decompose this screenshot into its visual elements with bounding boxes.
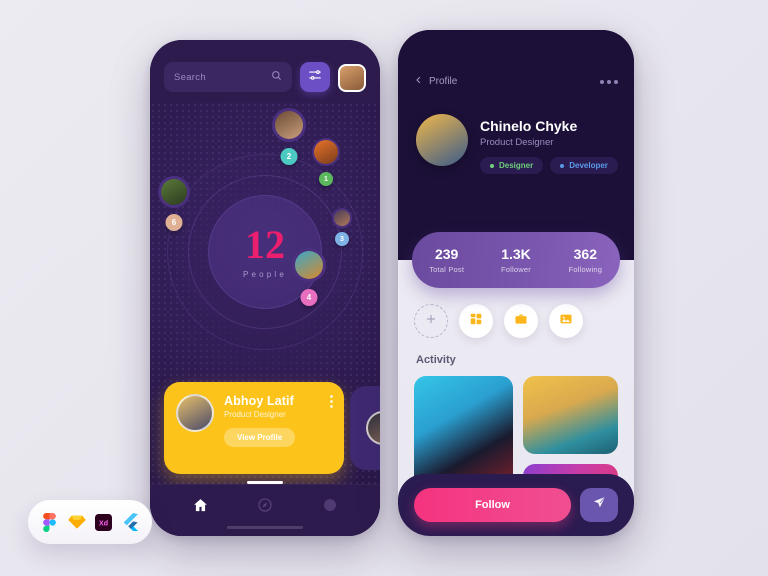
activity-photo[interactable] xyxy=(523,376,618,454)
flutter-icon[interactable] xyxy=(121,512,141,532)
follow-button[interactable]: Follow xyxy=(414,488,571,522)
profile-avatar-button[interactable] xyxy=(338,64,366,92)
map-pin[interactable]: 2 xyxy=(272,108,306,165)
sidebar-item-home[interactable] xyxy=(192,497,209,519)
pin-avatar xyxy=(275,111,303,139)
sidebar-item-profile[interactable] xyxy=(322,497,338,518)
card-avatar xyxy=(366,411,380,445)
home-icon xyxy=(192,498,209,518)
search-icon xyxy=(271,70,282,84)
profile-tags: Designer Developer xyxy=(480,157,618,174)
pin-avatar xyxy=(161,179,187,205)
work-tab-button[interactable] xyxy=(504,304,538,338)
back-label: Profile xyxy=(429,76,458,87)
status-badge[interactable]: Designer xyxy=(480,157,544,174)
activity-heading: Activity xyxy=(416,354,456,366)
map-pin[interactable]: 1 xyxy=(312,138,340,186)
map-pin[interactable]: 4 xyxy=(292,248,326,306)
profile-role: Product Designer xyxy=(480,137,554,148)
stat-total-post[interactable]: 239 Total Post xyxy=(412,246,481,274)
card-role: Product Designer xyxy=(224,410,286,419)
compass-icon xyxy=(257,498,273,517)
card-name: Abhoy Latif xyxy=(224,394,294,408)
design-tools-pill: Xd xyxy=(28,500,152,544)
profile-topbar: Profile xyxy=(414,74,618,89)
pin-badge: 2 xyxy=(280,148,298,165)
view-profile-button[interactable]: View Profile xyxy=(224,428,296,447)
profile-identity: Chinelo Chyke Product Designer Designer … xyxy=(416,114,618,174)
profile-footer: Follow xyxy=(398,474,634,536)
map-pin[interactable]: 3 xyxy=(332,208,352,246)
phone-right: Profile Chinelo Chyke Product Designer D… xyxy=(398,30,634,536)
pin-avatar xyxy=(334,210,350,226)
stat-label: Total Post xyxy=(429,265,465,274)
more-horizontal-icon[interactable] xyxy=(600,79,618,84)
adobe-xd-icon[interactable]: Xd xyxy=(94,512,114,532)
tag-label: Developer xyxy=(569,161,608,170)
circle-profile-icon xyxy=(322,499,338,517)
sidebar-item-explore[interactable] xyxy=(257,497,273,518)
map-pin[interactable]: 6 xyxy=(158,176,190,231)
stat-label: Following xyxy=(568,265,603,274)
stats-bar: 239 Total Post 1.3K Follower 362 Followi… xyxy=(412,232,620,288)
action-buttons-row xyxy=(414,304,618,338)
pin-badge: 3 xyxy=(335,232,349,246)
pin-badge: 6 xyxy=(165,214,183,231)
stat-following[interactable]: 362 Following xyxy=(551,246,620,274)
filter-button[interactable] xyxy=(300,62,330,92)
paper-plane-icon xyxy=(592,495,607,515)
photos-tab-button[interactable] xyxy=(549,304,583,338)
search-input[interactable]: Search xyxy=(164,62,292,92)
pin-avatar xyxy=(295,251,323,279)
chevron-left-icon xyxy=(414,74,423,89)
pin-badge: 1 xyxy=(319,172,333,186)
status-badge[interactable]: Developer xyxy=(550,157,618,174)
stat-value: 1.3K xyxy=(501,246,531,262)
figma-icon[interactable] xyxy=(40,512,60,532)
pin-avatar xyxy=(314,140,338,164)
sketch-icon[interactable] xyxy=(67,512,87,532)
briefcase-icon xyxy=(514,312,528,331)
person-card[interactable]: Abhoy Latif Product Designer View Profil… xyxy=(164,382,344,474)
nav-active-indicator xyxy=(247,481,283,484)
phone-left: Search 12 People 2 1 6 3 4 Abhoy Latif P… xyxy=(150,40,380,536)
stat-follower[interactable]: 1.3K Follower xyxy=(481,246,550,274)
home-indicator xyxy=(227,526,303,529)
stat-value: 362 xyxy=(573,246,597,262)
back-button[interactable]: Profile xyxy=(414,74,457,89)
left-topbar: Search xyxy=(150,40,380,102)
grid-icon xyxy=(469,312,483,331)
search-placeholder: Search xyxy=(174,71,206,83)
stat-value: 239 xyxy=(434,246,459,262)
send-message-button[interactable] xyxy=(580,488,618,522)
card-avatar xyxy=(176,394,214,432)
pin-badge: 4 xyxy=(300,289,318,306)
image-icon xyxy=(559,312,573,331)
sliders-filter-icon xyxy=(308,68,322,87)
page-title: Chinelo Chyke xyxy=(480,118,578,134)
more-vertical-icon[interactable] xyxy=(330,395,333,413)
people-card-carousel: Abhoy Latif Product Designer View Profil… xyxy=(150,382,380,478)
grid-tab-button[interactable] xyxy=(459,304,493,338)
avatar xyxy=(416,114,468,166)
svg-text:Xd: Xd xyxy=(99,519,108,527)
person-card-next[interactable] xyxy=(350,386,380,470)
plus-icon xyxy=(425,312,437,330)
radar-map: 12 People 2 1 6 3 4 Abhoy Latif Product … xyxy=(150,102,380,536)
stat-label: Follower xyxy=(501,265,531,274)
profile-header: Profile Chinelo Chyke Product Designer D… xyxy=(398,30,634,216)
add-button[interactable] xyxy=(414,304,448,338)
tag-label: Designer xyxy=(499,161,534,170)
